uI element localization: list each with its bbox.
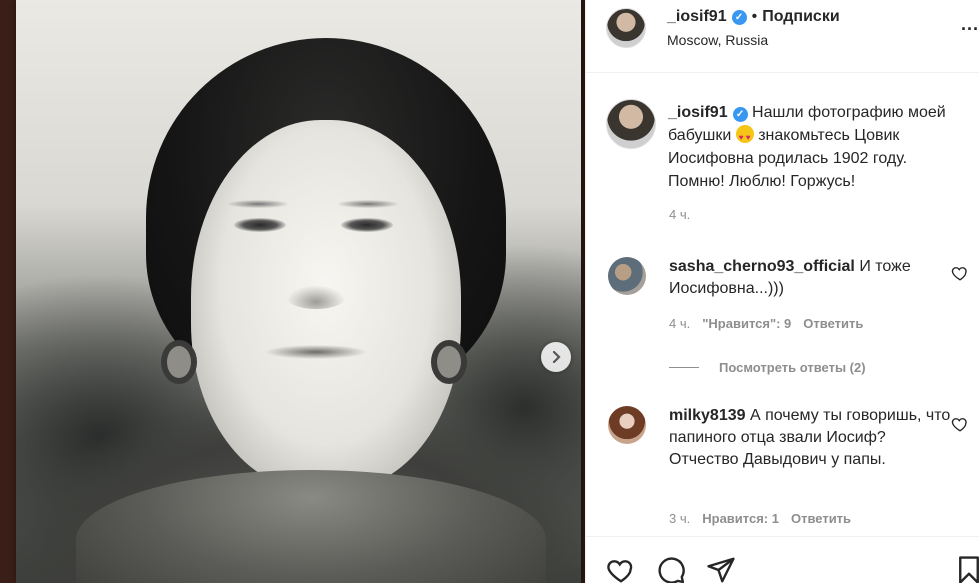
verified-badge-icon: ✓ (731, 9, 747, 25)
comment-reply-button[interactable]: Ответить (791, 511, 851, 526)
comment-likes[interactable]: "Нравится": 9 (702, 316, 791, 331)
comment-username[interactable]: milky8139 (669, 407, 746, 424)
post-photo (16, 0, 581, 583)
divider (669, 367, 699, 368)
post-action-bar (586, 536, 979, 583)
verified-badge-icon: ✓ (732, 107, 748, 122)
heart-eyes-emoji-icon (735, 125, 754, 149)
caption-username[interactable]: _iosif91 (668, 104, 728, 121)
caption-timestamp[interactable]: 4 ч. (669, 207, 690, 222)
post-photo-area[interactable] (0, 0, 585, 583)
earring-right (431, 340, 467, 384)
avatar[interactable] (608, 257, 646, 295)
paper-plane-icon[interactable] (706, 555, 736, 583)
more-options-icon[interactable]: ... (961, 14, 979, 35)
avatar[interactable] (606, 8, 646, 48)
avatar[interactable] (608, 406, 646, 444)
comment-likes[interactable]: Нравится: 1 (702, 511, 779, 526)
separator: • (751, 8, 758, 25)
chevron-right-icon (552, 351, 561, 363)
comment-reply-button[interactable]: Ответить (803, 316, 863, 331)
bookmark-icon[interactable] (954, 555, 979, 583)
post-header: _iosif91 ✓ • Подписки Moscow, Russia ... (586, 0, 979, 73)
location-link[interactable]: Moscow, Russia (667, 32, 768, 48)
view-replies-button[interactable]: Посмотреть ответы (2) (669, 360, 866, 375)
comment-timestamp[interactable]: 3 ч. (669, 511, 690, 526)
earring-left (161, 340, 197, 384)
comment-timestamp[interactable]: 4 ч. (669, 316, 690, 331)
heart-icon[interactable] (951, 415, 969, 433)
following-button[interactable]: Подписки (762, 8, 839, 26)
post-side-panel: _iosif91 ✓ • Подписки Moscow, Russia ...… (585, 0, 979, 583)
carousel-next-button[interactable] (541, 342, 571, 372)
header-username[interactable]: _iosif91 (667, 8, 727, 26)
avatar[interactable] (606, 99, 656, 149)
comment-icon[interactable] (656, 555, 686, 583)
comment-username[interactable]: sasha_cherno93_official (669, 258, 855, 275)
heart-icon[interactable] (951, 264, 969, 282)
heart-icon[interactable] (606, 555, 636, 583)
